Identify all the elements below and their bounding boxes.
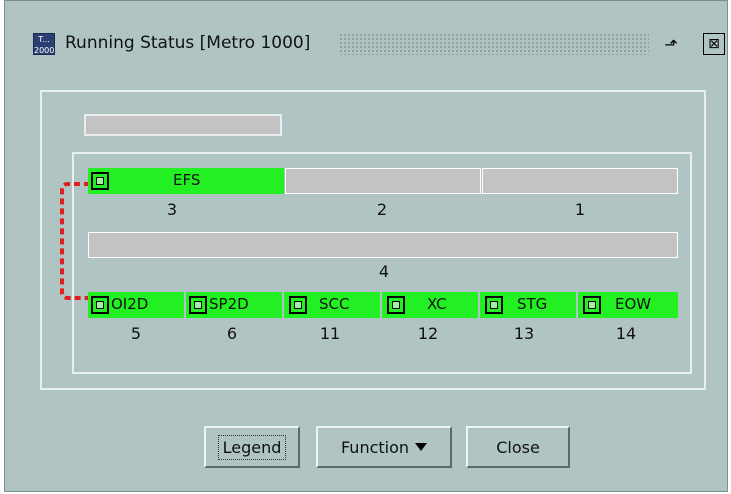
board-status-led-icon xyxy=(485,296,503,314)
slot-2[interactable] xyxy=(285,168,481,194)
slot-13-label: STG xyxy=(517,295,548,313)
slot-14-number: 14 xyxy=(615,324,637,343)
restore-icon[interactable]: ⬏ xyxy=(660,33,682,55)
legend-button-label: Legend xyxy=(217,434,287,460)
function-button[interactable]: Function xyxy=(316,426,452,468)
board-status-led-icon xyxy=(91,172,109,190)
slot-11-scc[interactable]: SCC xyxy=(284,292,380,318)
slot-3-number: 3 xyxy=(166,200,178,219)
app-icon-bottom-text: 2000 xyxy=(34,46,55,55)
board-status-led-icon xyxy=(583,296,601,314)
slot-3-efs[interactable]: EFS xyxy=(88,168,284,194)
app-icon-top-text: T... xyxy=(38,35,50,44)
function-button-label: Function xyxy=(340,437,410,457)
caret-down-icon xyxy=(415,443,428,451)
slot-5-label: OI2D xyxy=(111,295,149,313)
close-button-label: Close xyxy=(496,437,540,457)
slot-5-oi2d[interactable]: OI2D xyxy=(88,292,184,318)
slot-6-number: 6 xyxy=(226,324,238,343)
board-status-led-icon xyxy=(91,296,109,314)
slot-12-number: 12 xyxy=(417,324,439,343)
legend-button[interactable]: Legend xyxy=(204,426,300,468)
close-button[interactable]: Close xyxy=(466,426,570,468)
board-status-led-icon xyxy=(387,296,405,314)
top-empty-slot[interactable] xyxy=(84,114,282,136)
slot-5-number: 5 xyxy=(130,324,142,343)
window-title: Running Status [Metro 1000] xyxy=(65,33,311,53)
slot-3-label: EFS xyxy=(173,171,201,189)
slot-4[interactable] xyxy=(88,232,678,258)
title-bar-pattern xyxy=(339,33,649,55)
slot-2-number: 2 xyxy=(376,200,388,219)
slot-12-label: XC xyxy=(427,295,447,313)
slot-14-label: EOW xyxy=(615,295,652,313)
slot-6-label: SP2D xyxy=(209,295,249,313)
slot-1-number: 1 xyxy=(574,200,586,219)
board-status-led-icon xyxy=(189,296,207,314)
title-bar[interactable]: T... 2000 Running Status [Metro 1000] ⬏ … xyxy=(5,1,727,81)
slot-4-number: 4 xyxy=(378,262,390,281)
slot-6-sp2d[interactable]: SP2D xyxy=(186,292,282,318)
slot-14-eow[interactable]: EOW xyxy=(578,292,678,318)
slot-11-label: SCC xyxy=(319,295,350,313)
slot-13-number: 13 xyxy=(513,324,535,343)
app-icon: T... 2000 xyxy=(33,33,55,55)
slot-1[interactable] xyxy=(482,168,678,194)
slot-12-xc[interactable]: XC xyxy=(382,292,478,318)
slot-11-number: 11 xyxy=(319,324,341,343)
slot-13-stg[interactable]: STG xyxy=(480,292,576,318)
board-status-led-icon xyxy=(289,296,307,314)
close-icon[interactable]: ⊠ xyxy=(703,33,725,55)
